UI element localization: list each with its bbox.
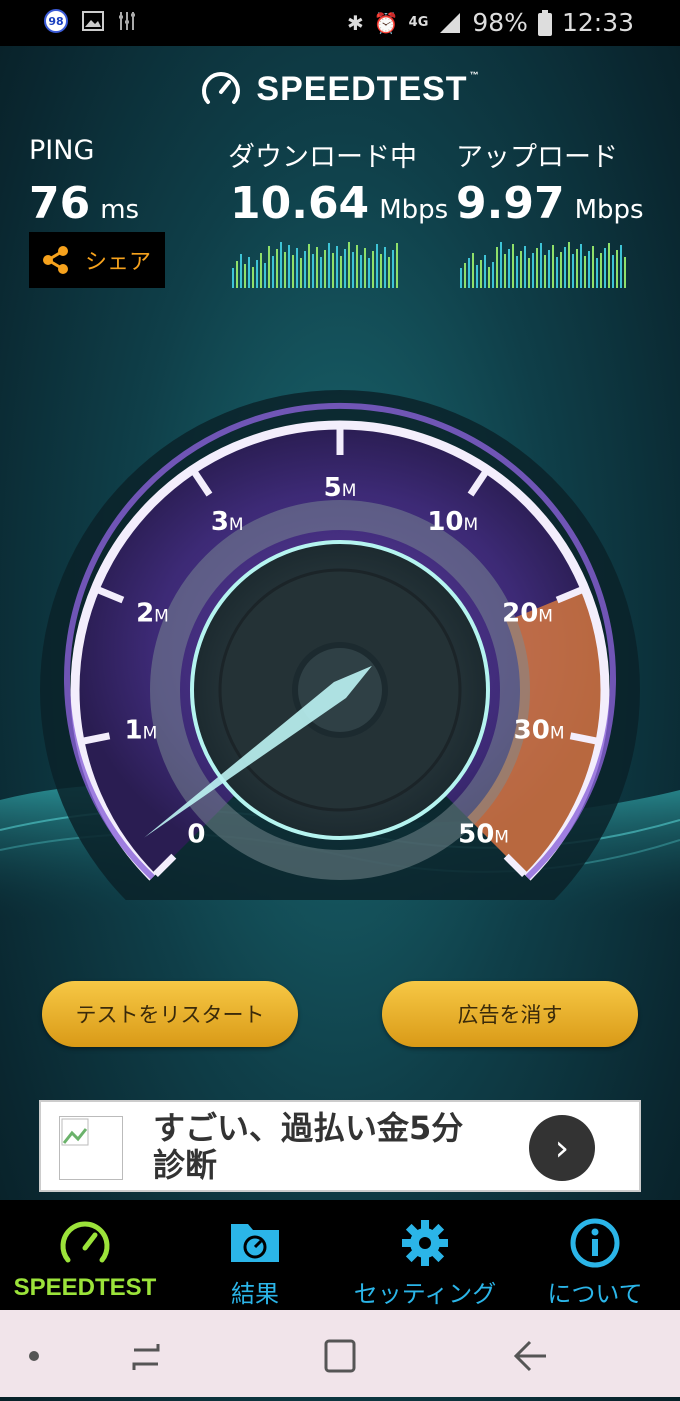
chevron-right-icon[interactable]: › <box>529 1115 595 1181</box>
tab-speedtest[interactable]: SPEEDTEST <box>0 1200 170 1310</box>
clock: 12:33 <box>561 8 634 37</box>
gear-icon <box>402 1220 448 1266</box>
download-graph <box>232 242 398 288</box>
info-icon <box>570 1218 620 1268</box>
restart-test-button[interactable]: テストをリスタート <box>42 981 298 1047</box>
tab-settings-label: セッティング <box>353 1280 497 1308</box>
remove-ads-button[interactable]: 広告を消す <box>382 981 638 1047</box>
gauge-tick-label: 0 <box>187 820 205 850</box>
share-button[interactable]: シェア <box>29 232 165 288</box>
upload-value: 9.97 Mbps <box>456 178 644 229</box>
speedometer-logo-icon <box>202 72 241 104</box>
logo-text: SPEEDTEST ™ <box>256 69 480 108</box>
speedtest-logo: SPEEDTEST ™ <box>0 68 680 110</box>
battery-icon <box>537 9 552 36</box>
ad-banner[interactable]: すごい、過払い金5分 診断 › <box>39 1100 641 1192</box>
network-type: 4G <box>408 15 429 30</box>
status-bar: 98 ✱ ⏰ 4G 98% 12:33 <box>0 0 680 46</box>
system-nav-bar <box>0 1310 680 1397</box>
ping-value: 76 ms <box>29 178 140 229</box>
dot-icon[interactable] <box>29 1351 39 1361</box>
upload-label: アップロード <box>456 142 618 173</box>
tab-results[interactable]: 結果 <box>170 1200 340 1310</box>
ad-text: すごい、過払い金5分 診断 <box>153 1109 464 1184</box>
bluetooth-icon: ✱ <box>346 10 364 35</box>
alarm-icon: ⏰ <box>373 10 399 35</box>
broken-image-icon <box>59 1116 123 1180</box>
share-label: シェア <box>85 250 152 275</box>
speedometer-icon <box>60 1221 110 1263</box>
upload-graph <box>460 242 626 288</box>
tab-about[interactable]: について <box>510 1200 680 1310</box>
notification-badge-icon: 98 <box>44 9 68 33</box>
bottom-tab-bar: SPEEDTEST 結果 セッティング について <box>0 1200 680 1310</box>
back-icon[interactable] <box>513 1340 546 1372</box>
share-icon <box>43 246 68 274</box>
download-label: ダウンロード中 <box>228 142 417 173</box>
tab-results-label: 結果 <box>231 1280 279 1308</box>
download-value: 10.64 Mbps <box>230 178 449 229</box>
tab-speedtest-label: SPEEDTEST <box>13 1274 157 1301</box>
gauge-tick <box>83 732 111 745</box>
image-icon <box>82 11 104 31</box>
battery-percent: 98% <box>472 8 528 37</box>
results-folder-icon <box>231 1224 279 1262</box>
signal-icon <box>440 12 461 33</box>
home-icon[interactable] <box>324 1339 356 1373</box>
gauge-tick <box>569 732 597 745</box>
ping-label: PING <box>29 135 95 166</box>
usb-debug-icon <box>119 12 135 30</box>
recents-icon[interactable] <box>132 1344 160 1370</box>
speed-gauge: 01M2M3M5M10M20M30M50M <box>40 390 640 900</box>
tab-settings[interactable]: セッティング <box>340 1200 510 1310</box>
tab-about-label: について <box>547 1280 643 1308</box>
